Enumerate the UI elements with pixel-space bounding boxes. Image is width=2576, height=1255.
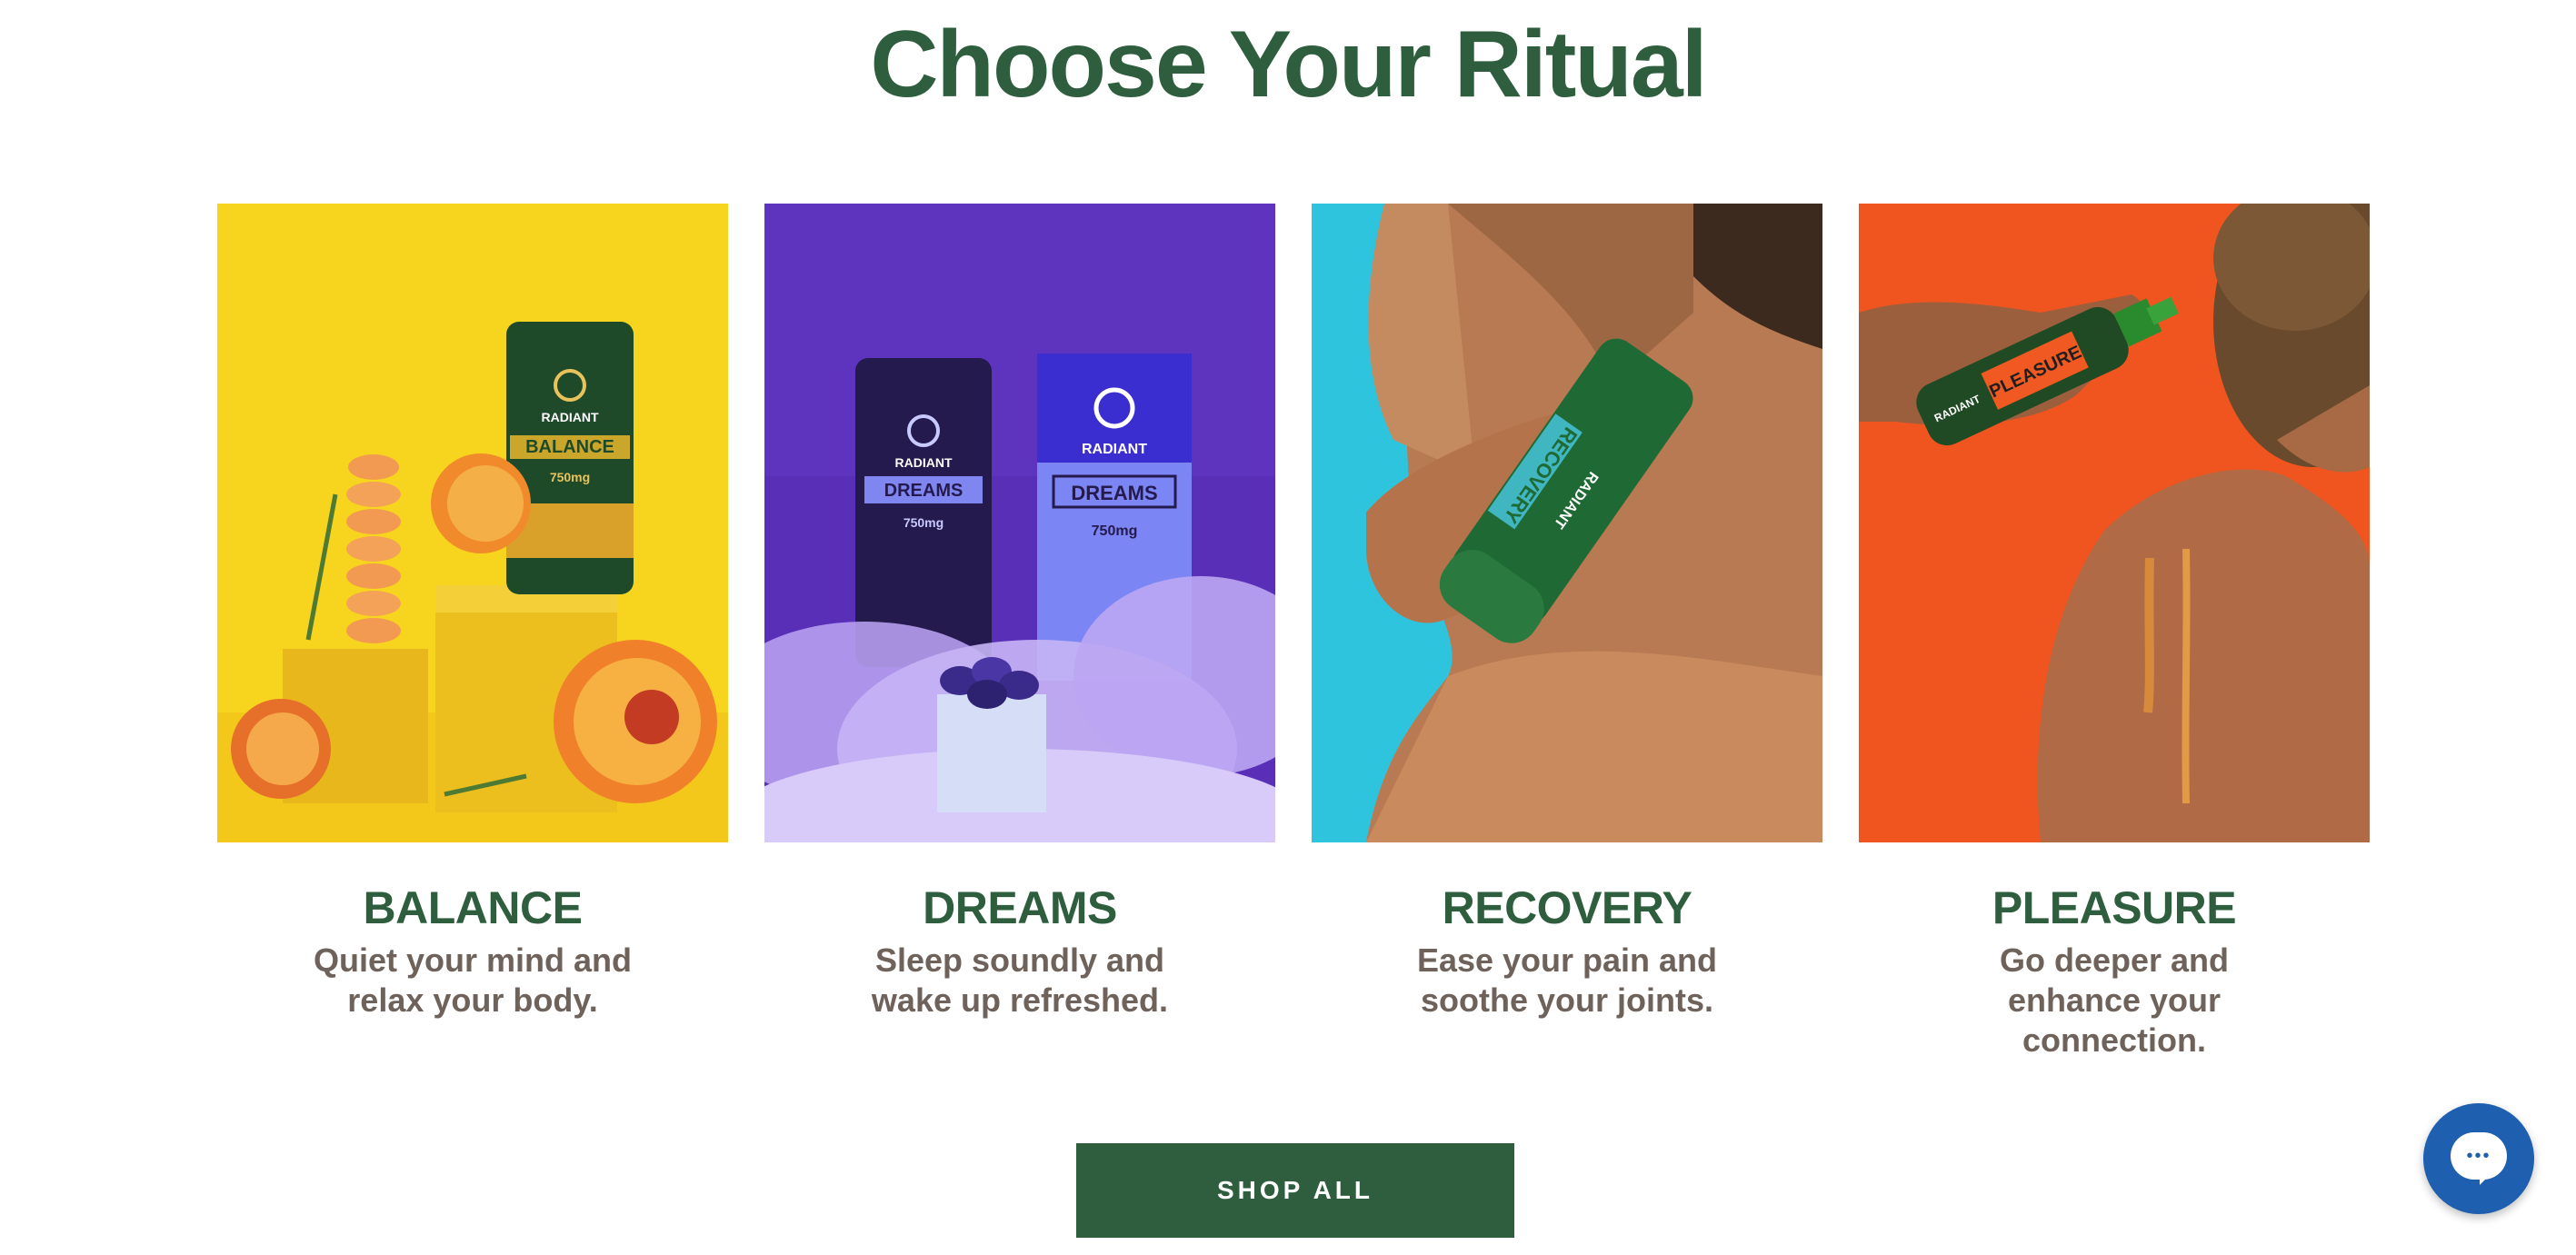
chat-button[interactable]: ••• — [2423, 1103, 2534, 1214]
dreams-product-photo: RADIANT DREAMS 750mg RADIANT DREAMS 750m… — [764, 204, 1275, 842]
page: Choose Your Ritual RADIANT BALANCE 750mg… — [0, 0, 2576, 1255]
card-recovery-title: RECOVERY — [1442, 882, 1692, 933]
card-balance[interactable]: RADIANT BALANCE 750mg BALANCE Quiet your… — [217, 204, 728, 1021]
dreams-jar-dose: 750mg — [904, 515, 944, 530]
balance-jar-label: BALANCE — [525, 437, 614, 457]
card-recovery[interactable]: RECOVERY RADIANT RECOVERY Ease your pain… — [1312, 204, 1822, 1021]
card-balance-description: Quiet your mind and relax your body. — [313, 941, 632, 1019]
shop-all-button[interactable]: SHOP ALL — [1076, 1143, 1514, 1238]
dreams-box-brand: RADIANT — [1082, 442, 1147, 457]
ritual-cards: RADIANT BALANCE 750mg BALANCE Quiet your… — [217, 204, 2370, 1076]
card-pleasure-image[interactable]: PLEASURE RADIANT — [1859, 204, 2370, 842]
section-title: Choose Your Ritual — [870, 12, 1707, 117]
card-pleasure-title: PLEASURE — [1992, 882, 2237, 933]
card-dreams-title: DREAMS — [923, 882, 1117, 933]
dreams-box-label: DREAMS — [1071, 482, 1157, 504]
card-recovery-description: Ease your pain and soothe your joints. — [1416, 941, 1718, 1019]
card-pleasure[interactable]: PLEASURE RADIANT PLEASURE Go deeper and … — [1859, 204, 2370, 1061]
balance-jar-dose: 750mg — [550, 470, 590, 484]
balance-product-photo: RADIANT BALANCE 750mg — [217, 204, 728, 842]
dreams-jar-brand: RADIANT — [895, 455, 953, 470]
chat-dots-icon: ••• — [2466, 1146, 2491, 1166]
dreams-jar-label: DREAMS — [884, 481, 964, 501]
card-dreams-description: Sleep soundly and wake up refreshed. — [871, 941, 1169, 1019]
card-balance-title: BALANCE — [363, 882, 583, 933]
card-dreams[interactable]: RADIANT DREAMS 750mg RADIANT DREAMS 750m… — [764, 204, 1275, 1021]
card-pleasure-description: Go deeper and enhance your connection. — [1999, 941, 2230, 1059]
balance-jar-brand: RADIANT — [542, 410, 599, 424]
chat-bubble-icon: ••• — [2451, 1132, 2507, 1180]
card-dreams-image[interactable]: RADIANT DREAMS 750mg RADIANT DREAMS 750m… — [764, 204, 1275, 842]
card-recovery-image[interactable]: RECOVERY RADIANT — [1312, 204, 1822, 842]
pleasure-product-photo: PLEASURE RADIANT — [1859, 204, 2370, 842]
chat-tail-icon — [2480, 1170, 2494, 1185]
dreams-box-dose: 750mg — [1092, 523, 1138, 539]
card-balance-image[interactable]: RADIANT BALANCE 750mg — [217, 204, 728, 842]
recovery-product-photo: RECOVERY RADIANT — [1312, 204, 1822, 842]
